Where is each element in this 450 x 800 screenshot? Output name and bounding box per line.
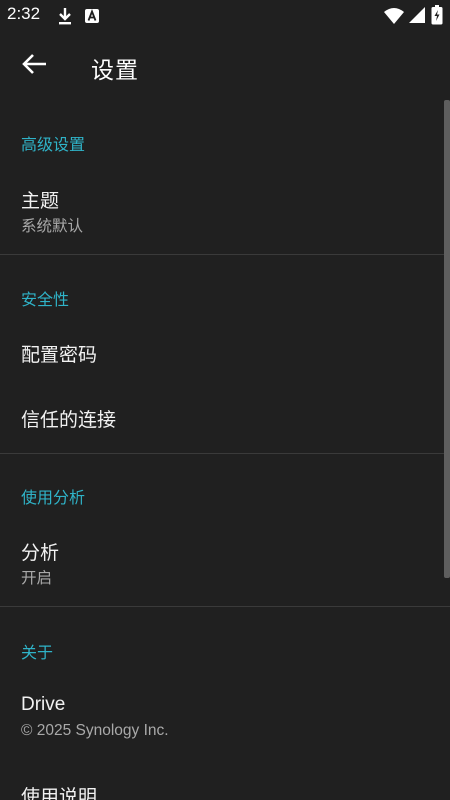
back-button[interactable] [14, 46, 54, 86]
section-divider [0, 453, 450, 454]
pref-title: 信任的连接 [21, 409, 117, 431]
arrow-left-icon [21, 53, 47, 79]
section-divider [0, 606, 450, 607]
app-bar: 设置 [0, 32, 450, 100]
a-badge-icon [84, 8, 100, 28]
section-header-security: 安全性 [21, 290, 70, 309]
signal-icon [408, 6, 426, 28]
pref-summary: 开启 [21, 569, 53, 587]
pref-title: Drive [21, 694, 66, 715]
pref-item-theme[interactable]: 主题 系统默认 [0, 174, 444, 254]
pref-summary: © 2025 Synology Inc. [21, 722, 169, 739]
section-header-advanced: 高级设置 [21, 135, 86, 154]
status-time: 2:32 [7, 4, 41, 23]
section-header-about: 关于 [21, 643, 54, 662]
pref-item-analytics[interactable]: 分析 开启 [0, 526, 444, 606]
pref-item-drive-version[interactable]: Drive © 2025 Synology Inc. [0, 682, 444, 762]
section-divider [0, 254, 450, 255]
section-header-usage-analytics: 使用分析 [21, 488, 86, 507]
pref-title: 配置密码 [21, 344, 98, 366]
page-title: 设置 [91, 58, 139, 84]
wifi-icon [384, 7, 404, 29]
pref-item-user-guide[interactable]: 使用说明 [0, 766, 444, 800]
pref-title: 使用说明 [21, 786, 98, 800]
settings-list: 高级设置 主题 系统默认 安全性 配置密码 信任的连接 使用分析 分析 开启 关… [0, 100, 450, 800]
settings-screen: 2:32 设置 高级设置 主题 系统默认 安全性 配置密码 信任的连接 使用分析… [0, 0, 450, 800]
pref-title: 主题 [21, 190, 60, 212]
download-icon [56, 6, 74, 30]
pref-item-trusted-connections[interactable]: 信任的连接 [0, 387, 444, 453]
battery-charging-icon [431, 5, 443, 29]
pref-title: 分析 [21, 542, 60, 564]
pref-summary: 系统默认 [21, 217, 84, 235]
pref-item-configure-password[interactable]: 配置密码 [0, 322, 444, 384]
status-bar: 2:32 [0, 0, 450, 32]
scrollbar[interactable] [444, 100, 450, 578]
